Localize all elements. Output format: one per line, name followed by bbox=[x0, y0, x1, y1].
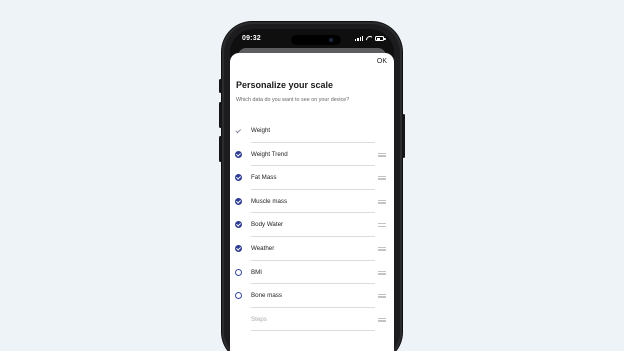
checkbox-checked-icon[interactable] bbox=[235, 174, 242, 182]
page-title: Personalize your scale bbox=[236, 80, 334, 90]
volume-up-button bbox=[219, 102, 222, 128]
volume-down-button bbox=[219, 136, 222, 162]
drag-handle-icon[interactable] bbox=[378, 152, 386, 157]
checkbox-checked-icon[interactable] bbox=[235, 245, 242, 252]
list-item[interactable]: Bone mass bbox=[230, 284, 394, 308]
list-item[interactable]: Weight Trend bbox=[230, 143, 394, 167]
list-item-label: Weight bbox=[251, 127, 271, 134]
drag-handle-icon[interactable] bbox=[378, 199, 386, 204]
phone-frame: 09:32 OK Personalize your scale Which da… bbox=[219, 22, 405, 351]
power-button bbox=[402, 114, 405, 158]
phone-screen: 09:32 OK Personalize your scale Which da… bbox=[230, 29, 394, 351]
drag-handle-icon[interactable] bbox=[378, 317, 386, 322]
list-item-label: Fat Mass bbox=[251, 174, 277, 182]
settings-sheet: OK Personalize your scale Which data do … bbox=[230, 53, 394, 351]
checkbox-checked-icon[interactable] bbox=[235, 221, 242, 229]
status-icons bbox=[355, 36, 386, 41]
list-item[interactable]: Weather bbox=[230, 237, 394, 261]
divider bbox=[251, 330, 375, 332]
checkbox-unchecked-icon[interactable] bbox=[235, 292, 242, 300]
list-item[interactable]: Steps bbox=[230, 308, 394, 332]
list-item-label: Body Water bbox=[251, 221, 284, 229]
list-item[interactable]: BMI bbox=[230, 261, 394, 285]
drag-handle-icon[interactable] bbox=[378, 294, 386, 299]
list-item-label: Muscle mass bbox=[251, 197, 288, 205]
status-time: 09:32 bbox=[242, 35, 261, 42]
checkbox-checked-icon[interactable] bbox=[235, 150, 242, 158]
list-item-label: Weight Trend bbox=[251, 150, 288, 158]
action-button bbox=[219, 79, 222, 93]
check-icon bbox=[235, 127, 242, 134]
list-item[interactable]: Weight bbox=[230, 119, 394, 143]
drag-handle-icon[interactable] bbox=[378, 270, 386, 275]
list-item[interactable]: Body Water bbox=[230, 213, 394, 237]
drag-handle-icon[interactable] bbox=[378, 176, 386, 181]
battery-icon bbox=[375, 36, 386, 41]
dynamic-island bbox=[291, 35, 341, 45]
ok-button[interactable]: OK bbox=[377, 58, 387, 65]
checkbox-unchecked-icon[interactable] bbox=[235, 268, 242, 276]
list-item-label: Weather bbox=[251, 245, 275, 252]
list-item[interactable]: Fat Mass bbox=[230, 166, 394, 190]
wifi-icon bbox=[366, 36, 372, 41]
checkbox-empty bbox=[235, 316, 242, 323]
checkbox-checked-icon[interactable] bbox=[235, 197, 242, 205]
list-item-label: BMI bbox=[251, 268, 263, 276]
list-item-label: Bone mass bbox=[251, 292, 282, 300]
page-subtitle: Which data do you want to see on your de… bbox=[236, 97, 350, 103]
cellular-signal-icon bbox=[355, 36, 363, 41]
list-item-label: Steps bbox=[251, 315, 267, 323]
drag-handle-icon[interactable] bbox=[378, 223, 386, 228]
drag-handle-icon[interactable] bbox=[378, 247, 386, 251]
list-item[interactable]: Muscle mass bbox=[230, 190, 394, 214]
